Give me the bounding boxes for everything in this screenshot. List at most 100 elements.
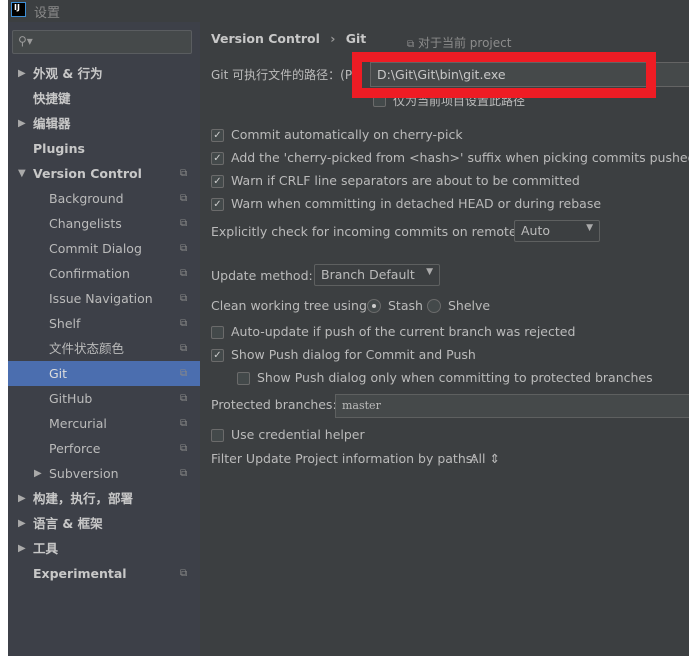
settings-sidebar: ⚲▾ ▶ 外观 & 行为 快捷键 ▶ 编辑器 Plugins ▼ Version Contro… bbox=[8, 22, 200, 656]
search-icon: ⚲▾ bbox=[18, 34, 33, 48]
project-scope-icon: ⧉ bbox=[180, 418, 188, 429]
sidebar-item-confirmation[interactable]: Confirmation ⧉ bbox=[8, 261, 200, 286]
stash-label: Stash bbox=[388, 298, 423, 313]
breadcrumb: Version Control › Git bbox=[211, 31, 366, 46]
sidebar-item-label: Mercurial bbox=[49, 416, 107, 431]
project-scope-icon: ⧉ bbox=[180, 218, 188, 229]
sidebar-item-commit-dialog[interactable]: Commit Dialog ⧉ bbox=[8, 236, 200, 261]
sidebar-item-label: Shelf bbox=[49, 316, 81, 331]
credential-helper-checkbox[interactable] bbox=[211, 429, 224, 442]
project-scope-icon: ⧉ bbox=[180, 318, 188, 329]
incoming-commits-label: Explicitly check for incoming commits on… bbox=[211, 224, 528, 239]
project-scope-icon: ⧉ bbox=[180, 393, 188, 404]
show-push-checkbox[interactable]: ✓ bbox=[211, 349, 224, 362]
sidebar-item-subversion[interactable]: ▶ Subversion ⧉ bbox=[8, 461, 200, 486]
update-method-dropdown[interactable]: Branch Default ▼ bbox=[314, 264, 440, 286]
sidebar-item-github[interactable]: GitHub ⧉ bbox=[8, 386, 200, 411]
sidebar-item-item-2[interactable]: ▶ 编辑器 bbox=[8, 111, 200, 136]
sidebar-item-changelists[interactable]: Changelists ⧉ bbox=[8, 211, 200, 236]
incoming-commits-dropdown[interactable]: Auto ▼ bbox=[514, 220, 600, 242]
sidebar-item-experimental[interactable]: Experimental ⧉ bbox=[8, 561, 200, 586]
update-method-label: Update method: bbox=[211, 268, 313, 283]
project-scope-icon: ⧉ bbox=[180, 168, 188, 179]
project-scope-icon: ⧉ bbox=[180, 443, 188, 454]
sidebar-item-label: Perforce bbox=[49, 441, 101, 456]
show-push-protected-checkbox[interactable] bbox=[237, 372, 250, 385]
incoming-commits-value: Auto bbox=[521, 223, 551, 238]
red-highlight-box bbox=[352, 52, 656, 98]
breadcrumb-git: Git bbox=[345, 31, 367, 46]
sidebar-item-label: Commit Dialog bbox=[49, 241, 142, 256]
sidebar-item-label: Version Control bbox=[33, 166, 142, 181]
update-method-value: Branch Default bbox=[321, 267, 415, 282]
scope-label: 对于当前 project bbox=[417, 36, 512, 50]
title-bar: IJ 设置 bbox=[8, 0, 689, 22]
sidebar-item-issue-navigation[interactable]: Issue Navigation ⧉ bbox=[8, 286, 200, 311]
filter-paths-dropdown[interactable]: All ⇕ bbox=[470, 451, 500, 466]
cherry-picked-suffix-label: Add the 'cherry-picked from <hash>' suff… bbox=[231, 150, 689, 165]
sidebar-item-label: 编辑器 bbox=[33, 116, 71, 131]
chevron-right-icon[interactable]: ▶ bbox=[18, 486, 26, 511]
chevron-down-icon[interactable]: ▼ bbox=[18, 161, 26, 186]
chevron-right-icon[interactable]: ▶ bbox=[18, 511, 26, 536]
sidebar-item-label: Confirmation bbox=[49, 266, 130, 281]
sidebar-item-shelf[interactable]: Shelf ⧉ bbox=[8, 311, 200, 336]
git-path-label: Git 可执行文件的路径：(P) bbox=[211, 68, 357, 82]
sidebar-item-item-0[interactable]: ▶ 外观 & 行为 bbox=[8, 61, 200, 86]
intellij-logo-icon: IJ bbox=[11, 2, 26, 17]
warn-crlf-label: Warn if CRLF line separators are about t… bbox=[231, 173, 580, 188]
sidebar-item-label: 工具 bbox=[33, 541, 59, 556]
shelve-label: Shelve bbox=[448, 298, 491, 313]
protected-branches-input[interactable]: master bbox=[335, 394, 689, 418]
warn-crlf-checkbox[interactable]: ✓ bbox=[211, 175, 224, 188]
sidebar-item-label: Changelists bbox=[49, 216, 122, 231]
auto-update-checkbox[interactable] bbox=[211, 326, 224, 339]
window-title: 设置 bbox=[34, 6, 61, 21]
sidebar-item-label: 构建，执行，部署 bbox=[33, 491, 134, 506]
sidebar-item-label: 文件状态颜色 bbox=[49, 341, 125, 356]
commit-cherry-pick-checkbox[interactable]: ✓ bbox=[211, 129, 224, 142]
sidebar-item-label: Issue Navigation bbox=[49, 291, 153, 306]
chevron-right-icon[interactable]: ▶ bbox=[18, 61, 26, 86]
chevron-down-icon: ▼ bbox=[586, 223, 593, 233]
project-scope-icon: ⧉ bbox=[180, 293, 188, 304]
copy-icon: ⧉ bbox=[407, 39, 415, 50]
chevron-right-icon[interactable]: ▶ bbox=[18, 111, 26, 136]
sidebar-item-item-1[interactable]: 快捷键 bbox=[8, 86, 200, 111]
sidebar-item-git[interactable]: Git ⧉ bbox=[8, 361, 200, 386]
sidebar-item-item-19[interactable]: ▶ 工具 bbox=[8, 536, 200, 561]
sidebar-item-label: GitHub bbox=[49, 391, 93, 406]
protected-branches-label: Protected branches: bbox=[211, 397, 337, 412]
project-scope-icon: ⧉ bbox=[180, 343, 188, 354]
warn-detached-checkbox[interactable]: ✓ bbox=[211, 198, 224, 211]
shelve-radio[interactable] bbox=[427, 299, 441, 313]
sidebar-item-mercurial[interactable]: Mercurial ⧉ bbox=[8, 411, 200, 436]
breadcrumb-version-control[interactable]: Version Control bbox=[211, 31, 320, 46]
sidebar-item-item-11[interactable]: 文件状态颜色 ⧉ bbox=[8, 336, 200, 361]
chevron-right-icon[interactable]: ▶ bbox=[34, 461, 42, 486]
stash-radio[interactable] bbox=[367, 299, 381, 313]
sidebar-item-label: 语言 & 框架 bbox=[33, 516, 103, 531]
project-scope-icon: ⧉ bbox=[180, 193, 188, 204]
sidebar-item-version-control[interactable]: ▼ Version Control ⧉ bbox=[8, 161, 200, 186]
sidebar-item-background[interactable]: Background ⧉ bbox=[8, 186, 200, 211]
settings-window: IJ 设置 ⚲▾ ▶ 外观 & 行为 快捷键 ▶ 编辑器 Plugins ▼ Version … bbox=[8, 0, 689, 656]
project-scope-icon: ⧉ bbox=[180, 568, 188, 579]
project-scope-icon: ⧉ bbox=[180, 243, 188, 254]
chevron-right-icon[interactable]: ▶ bbox=[18, 536, 26, 561]
sidebar-item-item-18[interactable]: ▶ 语言 & 框架 bbox=[8, 511, 200, 536]
auto-update-label: Auto-update if push of the current branc… bbox=[231, 324, 576, 339]
project-scope-icon: ⧉ bbox=[180, 368, 188, 379]
credential-helper-label: Use credential helper bbox=[231, 427, 365, 442]
sidebar-item-label: Git bbox=[49, 366, 68, 381]
sidebar-item-label: Background bbox=[49, 191, 124, 206]
sidebar-item-label: Subversion bbox=[49, 466, 119, 481]
project-scope-icon: ⧉ bbox=[180, 268, 188, 279]
sidebar-item-perforce[interactable]: Perforce ⧉ bbox=[8, 436, 200, 461]
clean-tree-label: Clean working tree using: bbox=[211, 298, 372, 313]
sidebar-item-plugins[interactable]: Plugins bbox=[8, 136, 200, 161]
settings-search-input[interactable]: ⚲▾ bbox=[12, 30, 192, 54]
cherry-picked-suffix-checkbox[interactable]: ✓ bbox=[211, 152, 224, 165]
project-scope-icon: ⧉ bbox=[180, 468, 188, 479]
sidebar-item-item-17[interactable]: ▶ 构建，执行，部署 bbox=[8, 486, 200, 511]
